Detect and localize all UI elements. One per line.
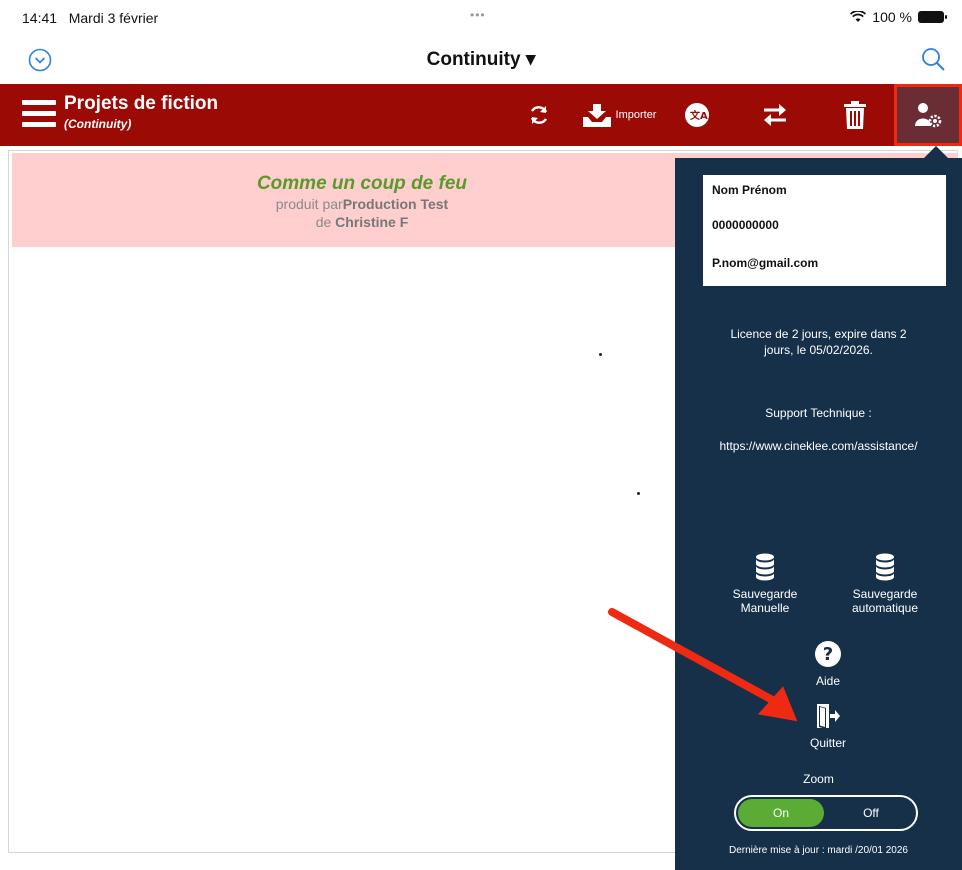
user-email: P.nom@gmail.com bbox=[712, 256, 819, 270]
annotation-arrow bbox=[608, 608, 798, 722]
translate-icon: 文A bbox=[685, 103, 709, 127]
zoom-label: Zoom bbox=[803, 772, 834, 786]
support-url[interactable]: https://www.cineklee.com/assistance/ bbox=[675, 438, 962, 454]
status-bar: 14:41 Mardi 3 février ••• 100 % bbox=[0, 0, 962, 34]
user-phone: 0000000000 bbox=[712, 218, 779, 232]
hamburger-menu-icon[interactable] bbox=[22, 100, 56, 130]
translate-button[interactable]: 文A bbox=[680, 97, 714, 133]
author-prefix: de bbox=[315, 214, 336, 230]
license-line-2: jours, le 05/02/2026. bbox=[764, 343, 873, 357]
database-icon bbox=[756, 553, 774, 581]
sync-button[interactable] bbox=[522, 97, 556, 133]
author-name: Christine F bbox=[335, 214, 409, 230]
project-card[interactable]: Comme un coup de feu produit parProducti… bbox=[12, 153, 712, 247]
manual-backup-label-1: Sauvegarde bbox=[732, 587, 798, 601]
wifi-icon bbox=[850, 11, 867, 22]
producer-name: Production Test bbox=[342, 196, 449, 212]
date: Mardi 3 février bbox=[68, 10, 159, 26]
license-line-1: Licence de 2 jours, expire dans 2 bbox=[730, 327, 907, 341]
zoom-on-option[interactable]: On bbox=[738, 799, 824, 827]
stray-dot bbox=[599, 353, 602, 356]
zoom-toggle[interactable]: On Off bbox=[734, 795, 918, 831]
status-time: 14:41 Mardi 3 février bbox=[22, 10, 158, 26]
user-settings-icon bbox=[915, 103, 942, 128]
import-icon bbox=[582, 104, 611, 127]
toolbar-title: Projets de fiction bbox=[64, 93, 219, 114]
import-label: Importer bbox=[615, 109, 657, 121]
panel-caret bbox=[924, 146, 948, 158]
project-author: de Christine F bbox=[12, 213, 712, 231]
delete-button[interactable] bbox=[838, 97, 872, 133]
trash-icon bbox=[844, 101, 866, 129]
app-screen: 14:41 Mardi 3 février ••• 100 % Continui… bbox=[0, 0, 962, 870]
battery-icon bbox=[918, 11, 947, 23]
last-update-note: Dernière mise à jour : mardi /20/01 2026 bbox=[729, 845, 908, 856]
auto-backup-button[interactable]: Sauvegarde automatique bbox=[830, 553, 940, 615]
multitasking-dots[interactable]: ••• bbox=[470, 8, 486, 22]
auto-backup-label-1: Sauvegarde bbox=[852, 587, 918, 601]
support-title: Support Technique : bbox=[765, 406, 872, 420]
user-info-card: Nom Prénom 0000000000 P.nom@gmail.com bbox=[703, 175, 946, 286]
zoom-off-option[interactable]: Off bbox=[828, 799, 914, 827]
sync-icon bbox=[530, 106, 548, 124]
search-icon[interactable] bbox=[920, 46, 946, 72]
import-button[interactable]: Importer bbox=[578, 97, 660, 133]
stray-dot bbox=[637, 492, 640, 495]
project-title: Comme un coup de feu bbox=[256, 173, 468, 194]
database-icon bbox=[876, 553, 894, 581]
user-settings-button[interactable] bbox=[894, 84, 962, 146]
swap-button[interactable] bbox=[758, 97, 792, 133]
produced-prefix: produit par bbox=[275, 196, 343, 212]
nav-bar: Continuity ▾ bbox=[0, 34, 962, 84]
battery-percent: 100 % bbox=[872, 9, 912, 25]
user-name: Nom Prénom bbox=[712, 183, 787, 197]
app-title-dropdown[interactable]: Continuity ▾ bbox=[0, 48, 962, 71]
project-producer: produit parProduction Test bbox=[12, 195, 712, 213]
status-right: 100 % bbox=[850, 9, 947, 25]
clock: 14:41 bbox=[22, 10, 58, 26]
svg-text:文A: 文A bbox=[690, 109, 708, 122]
projects-toolbar: Projets de fiction (Continuity) Importer… bbox=[0, 84, 962, 146]
toolbar-subtitle: (Continuity) bbox=[64, 117, 132, 131]
swap-icon bbox=[764, 104, 786, 126]
license-info: Licence de 2 jours, expire dans 2 jours,… bbox=[675, 326, 962, 358]
auto-backup-label-2: automatique bbox=[851, 601, 919, 615]
